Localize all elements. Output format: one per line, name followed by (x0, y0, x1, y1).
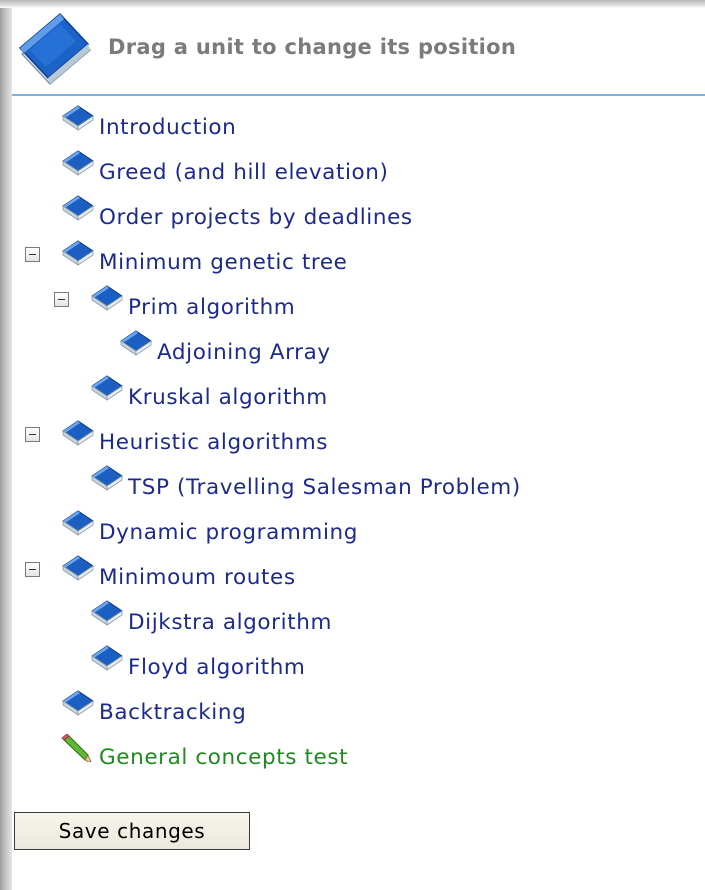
tree-item-label[interactable]: Minimoum routes (99, 565, 296, 590)
collapse-toggle[interactable] (25, 427, 40, 442)
tree-item-label[interactable]: Backtracking (99, 700, 246, 725)
tree-item[interactable]: Heuristic algorithms (20, 419, 660, 455)
window-left-shadow (0, 0, 12, 890)
book-icon (91, 375, 123, 401)
tree-item-label[interactable]: Dynamic programming (99, 520, 358, 545)
tree-item[interactable]: Prim algorithm (49, 284, 660, 320)
tree-item[interactable]: Floyd algorithm (49, 644, 660, 680)
tree-item-label[interactable]: Minimum genetic tree (99, 250, 348, 275)
book-icon (120, 330, 152, 356)
tree-item-label[interactable]: Heuristic algorithms (99, 430, 328, 455)
tree-item-label[interactable]: Adjoining Array (157, 340, 331, 365)
tree-item[interactable]: Kruskal algorithm (49, 374, 660, 410)
book-icon (91, 645, 123, 671)
tree-item[interactable]: Order projects by deadlines (20, 194, 660, 230)
tree-item[interactable]: Dynamic programming (20, 509, 660, 545)
book-icon (62, 105, 94, 131)
window-top-shadow (0, 0, 705, 8)
tree-item[interactable]: Minimoum routes (20, 554, 660, 590)
save-changes-button[interactable]: Save changes (14, 812, 250, 850)
tree-item-label[interactable]: TSP (Travelling Salesman Problem) (128, 475, 521, 500)
tree-item-label[interactable]: Kruskal algorithm (128, 385, 328, 410)
book-icon (62, 690, 94, 716)
tree-item-label[interactable]: Introduction (99, 115, 236, 140)
book-icon (62, 420, 94, 446)
tree-item[interactable]: TSP (Travelling Salesman Problem) (49, 464, 660, 500)
book-icon (91, 285, 123, 311)
tree-item-label[interactable]: Greed (and hill elevation) (99, 160, 389, 185)
book-icon (62, 240, 94, 266)
tree-item-label[interactable]: Dijkstra algorithm (128, 610, 332, 635)
book-icon (91, 465, 123, 491)
tree-item[interactable]: Dijkstra algorithm (49, 599, 660, 635)
tree-item[interactable]: Introduction (20, 104, 660, 140)
book-icon (62, 195, 94, 221)
collapse-toggle[interactable] (54, 292, 69, 307)
collapse-toggle[interactable] (25, 562, 40, 577)
blue-book-icon (18, 12, 92, 86)
tree-item-label[interactable]: Floyd algorithm (128, 655, 305, 680)
tree-item[interactable]: Greed (and hill elevation) (20, 149, 660, 185)
tree-item[interactable]: Backtracking (20, 689, 660, 725)
tree-item-label[interactable]: Order projects by deadlines (99, 205, 413, 230)
page-header: Drag a unit to change its position (12, 8, 705, 96)
collapse-toggle[interactable] (25, 247, 40, 262)
book-icon (62, 555, 94, 581)
pencil-icon (61, 734, 92, 762)
tree-item[interactable]: Adjoining Array (78, 329, 660, 365)
tree-item-label[interactable]: Prim algorithm (128, 295, 295, 320)
book-icon (62, 150, 94, 176)
tree-item-label[interactable]: General concepts test (99, 745, 348, 770)
book-icon (62, 510, 94, 536)
tree-item[interactable]: General concepts test (20, 734, 660, 770)
page-title: Drag a unit to change its position (108, 35, 517, 59)
book-icon (91, 600, 123, 626)
tree-item[interactable]: Minimum genetic tree (20, 239, 660, 275)
